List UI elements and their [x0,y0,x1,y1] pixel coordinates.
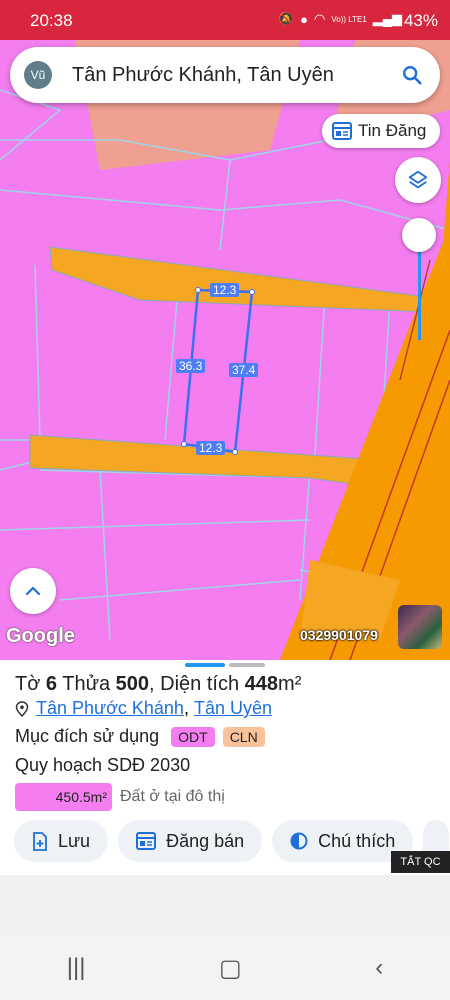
parcel-info-sheet: Tờ 6 Thửa 500, Diện tích 448m² Tân Phước… [0,660,450,875]
ad-area [0,875,450,936]
area-unit: m² [278,673,302,695]
google-logo: Google [6,625,75,647]
sheet-number: 6 [45,673,58,695]
chevron-up-icon [25,586,41,596]
mute-icon: 🔕 [277,11,295,26]
listing-icon [136,832,157,850]
dimension-label-left: 36.3 [176,359,206,373]
save-button[interactable]: Lưu [14,820,109,862]
close-ads-button[interactable]: TẮT QC [391,851,450,873]
save-add-icon [33,831,47,851]
layers-button[interactable] [395,157,441,203]
contact-phone[interactable]: 0329901079 [300,627,378,643]
layers-icon [408,170,428,189]
parcel-summary: Tờ 6 Thửa 500, Diện tích 448m² [15,673,302,695]
usage-tag-odt[interactable]: ODT [171,726,215,747]
network-label: Vo)) LTE1 [331,14,367,24]
action-buttons: Lưu Đăng bán Chú thích [14,820,450,862]
tin-dang-button[interactable]: Tin Đăng [322,114,440,148]
save-button-label: Lưu [58,830,91,851]
land-usage-row: Mục đích sử dụng ODT CLN [15,726,265,747]
location-separator: , [183,698,194,718]
legend-button-label: Chú thích [318,830,396,851]
planning-label: Quy hoạch SDĐ 2030 [15,755,191,775]
search-icon [403,66,422,85]
status-icons: 🔕 ● ◠ Vo)) LTE1 ▂▄▆ [278,11,402,27]
plot-label: Thửa [62,673,111,695]
planning-row: 450.5m² Đất ở tại đô thị [15,783,225,811]
plot-number: 500 [115,673,150,695]
legend-icon [290,832,308,850]
home-icon[interactable]: ▢ [219,954,242,983]
planning-description: Đất ở tại đô thị [120,788,225,805]
usage-tag-cln[interactable]: CLN [222,726,265,747]
dimension-label-top: 12.3 [210,283,240,297]
sheet-label: Tờ [15,673,41,695]
back-icon[interactable]: ‹ [375,954,383,982]
search-input[interactable]: Tân Phước Khánh, Tân Uyên [72,64,394,87]
post-for-sale-button[interactable]: Đăng bán [118,820,263,862]
wifi-icon: ◠ [314,11,326,26]
opacity-slider-handle[interactable] [402,218,436,252]
status-bar: 20:38 🔕 ● ◠ Vo)) LTE1 ▂▄▆ 43% [0,0,450,42]
location-pin-icon [15,700,29,717]
recent-apps-icon[interactable]: ||| [67,954,86,982]
dimension-label-right: 37.4 [229,363,259,377]
planning-area-bar: 450.5m² [15,783,112,811]
signal-icon: ▂▄▆ [372,11,402,26]
battery-level: 43% [403,11,438,30]
tin-dang-label: Tin Đăng [358,121,427,140]
location-district-link[interactable]: Tân Uyên [194,698,272,719]
location-icon: ● [300,11,309,27]
listing-icon [332,122,352,140]
search-button[interactable] [394,57,430,93]
system-nav-bar: ||| ▢ ‹ [0,936,450,1000]
status-time: 20:38 [30,11,73,30]
dimension-label-bottom: 12.3 [196,441,226,455]
ad-thumbnail[interactable] [398,605,442,649]
area-label: Diện tích [160,673,240,695]
area-value: 448 [244,673,279,695]
location-ward-link[interactable]: Tân Phước Khánh [36,698,184,719]
sheet-handle-secondary[interactable] [229,663,265,667]
expand-up-button[interactable] [10,568,56,614]
parcel-location: Tân Phước Khánh, Tân Uyên [15,698,272,719]
search-bar[interactable]: Vũ Tân Phước Khánh, Tân Uyên [10,47,440,103]
post-for-sale-label: Đăng bán [166,830,245,851]
usage-label: Mục đích sử dụng [15,726,160,746]
sheet-handle[interactable] [185,663,225,667]
avatar[interactable]: Vũ [24,61,52,89]
